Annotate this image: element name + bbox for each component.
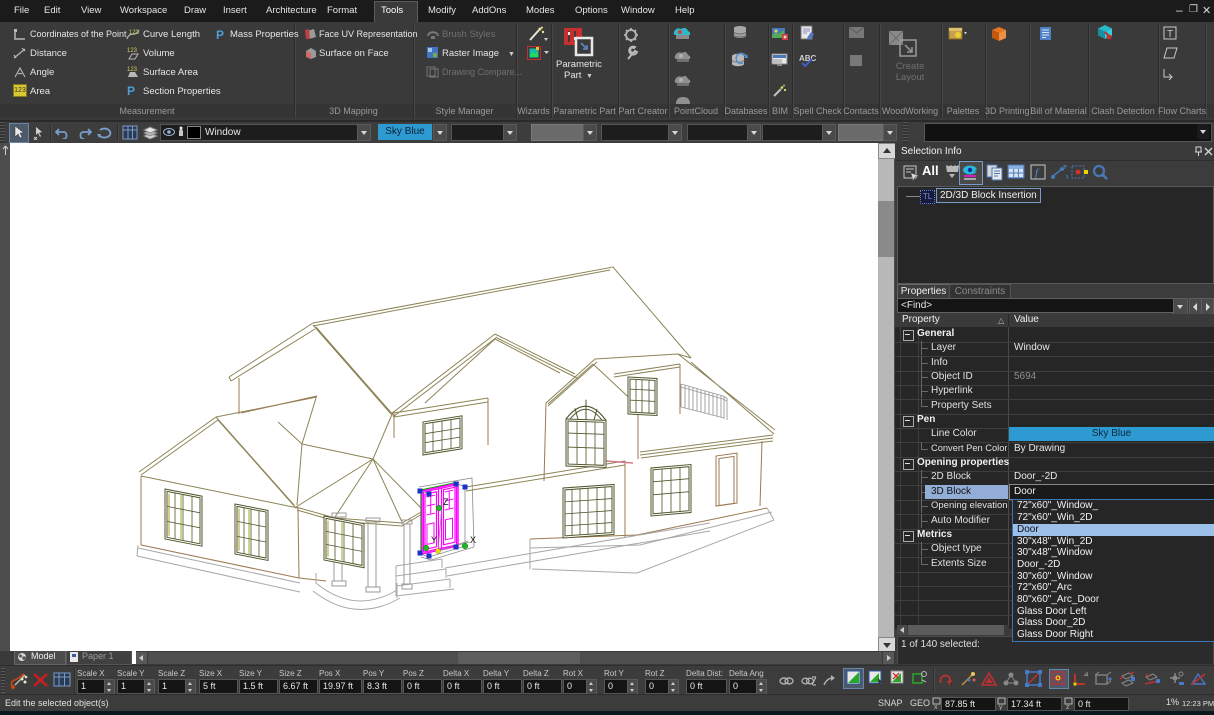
svg-text:T: T [1167,29,1173,40]
svg-text:Y: Y [431,535,437,545]
svg-text:123: 123 [129,30,140,36]
svg-text:Z: Z [443,497,449,507]
svg-text:y: y [999,704,1003,710]
svg-text:f: f [1035,167,1040,179]
svg-text:x: x [934,704,938,710]
svg-text:123: 123 [127,48,138,54]
svg-text:X: X [470,535,476,545]
svg-text:z: z [1066,704,1070,710]
svg-text:ABC: ABC [799,54,816,63]
